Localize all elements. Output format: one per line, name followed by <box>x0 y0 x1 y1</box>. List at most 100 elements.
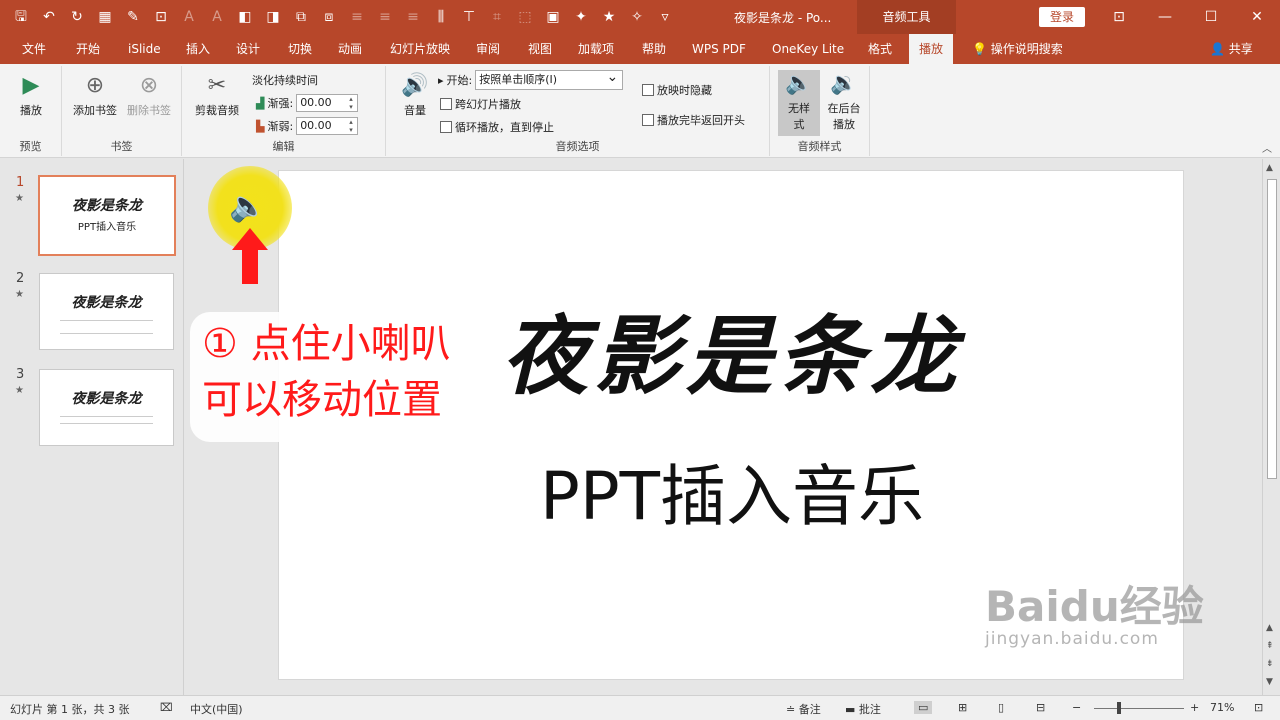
bring-forward-icon[interactable]: ◧ <box>232 4 258 30</box>
align-left-icon[interactable]: ≡ <box>344 4 370 30</box>
volume-button[interactable]: 🔊 音量 <box>394 72 436 118</box>
minimize-icon[interactable]: — <box>1142 0 1188 34</box>
fit-to-window-icon[interactable]: ⊡ <box>1254 701 1263 714</box>
start-from-beginning-icon[interactable]: ▦ <box>92 4 118 30</box>
notes-button[interactable]: ≐ 备注 <box>786 701 821 717</box>
format-painter-icon[interactable]: ✎ <box>120 4 146 30</box>
tab-help[interactable]: 帮助 <box>640 34 668 64</box>
audio-speaker-icon[interactable]: 🔈 <box>224 185 272 229</box>
tab-addins[interactable]: 加载项 <box>576 34 616 64</box>
customize-qat-icon[interactable]: ▿ <box>652 4 678 30</box>
language-indicator[interactable]: 中文(中国) <box>190 701 243 717</box>
tab-transitions[interactable]: 切换 <box>286 34 314 64</box>
tab-review[interactable]: 审阅 <box>474 34 502 64</box>
ribbon-display-options-icon[interactable]: ⊡ <box>1096 0 1142 34</box>
slide-subtitle[interactable]: PPT插入音乐 <box>279 443 1185 539</box>
align-top-icon[interactable]: ⊤ <box>456 4 482 30</box>
tab-home[interactable]: 开始 <box>74 34 102 64</box>
zoom-in-icon[interactable]: + <box>1190 701 1199 714</box>
picture-icon[interactable]: ▣ <box>540 4 566 30</box>
select-icon[interactable]: ⬚ <box>512 4 538 30</box>
align-right-icon[interactable]: ≡ <box>400 4 426 30</box>
distribute-icon[interactable]: ⫼ <box>428 4 454 30</box>
slide-thumbnail-pane: 1 ★ 夜影是条龙 PPT插入音乐 2 ★ 夜影是条龙 3 ★ 夜影是条龙 <box>0 159 184 695</box>
present-icon[interactable]: ⊡ <box>148 4 174 30</box>
tab-slideshow[interactable]: 幻灯片放映 <box>388 34 452 64</box>
vertical-scrollbar[interactable]: ▲ ▲ ⇞ ⇟ ▼ <box>1262 159 1280 695</box>
font-grow-icon[interactable]: A <box>176 4 202 30</box>
slide-sorter-icon[interactable]: ⊞ <box>958 701 967 714</box>
hide-during-show-row[interactable]: 放映时隐藏 <box>642 82 712 98</box>
volume-label: 音量 <box>404 104 426 117</box>
tell-me-search[interactable]: 💡 操作说明搜索 <box>972 34 1063 64</box>
comments-button[interactable]: ▬ 批注 <box>845 701 881 717</box>
trim-audio-button[interactable]: ✂ 剪裁音频 <box>190 72 244 118</box>
zoom-slider[interactable] <box>1094 708 1184 709</box>
group-icon[interactable]: ⧉ <box>288 4 314 30</box>
animation-icon[interactable]: ✦ <box>568 4 594 30</box>
play-in-background-label: 在后台播放 <box>827 102 861 131</box>
crop-icon[interactable]: ⌗ <box>484 4 510 30</box>
tab-file[interactable]: 文件 <box>20 34 48 64</box>
tab-onekey-lite[interactable]: OneKey Lite <box>770 34 846 64</box>
scrollbar-thumb[interactable] <box>1267 179 1277 479</box>
save-icon[interactable]: 🖫 <box>8 4 34 30</box>
align-center-icon[interactable]: ≡ <box>372 4 398 30</box>
remove-bookmark-button[interactable]: ⊗ 删除书签 <box>122 72 176 118</box>
font-shrink-icon[interactable]: A <box>204 4 230 30</box>
star-icon[interactable]: ★ <box>596 4 622 30</box>
slideshow-view-icon[interactable]: ⊟ <box>1036 701 1045 714</box>
reading-view-icon[interactable]: ▯ <box>998 701 1004 714</box>
close-icon[interactable]: ✕ <box>1234 0 1280 34</box>
scroll-up-icon[interactable]: ▲ <box>1266 623 1273 633</box>
tab-design[interactable]: 设计 <box>234 34 262 64</box>
tab-playback[interactable]: 播放 <box>909 34 954 64</box>
zoom-slider-knob[interactable] <box>1117 702 1121 714</box>
tab-animations[interactable]: 动画 <box>336 34 364 64</box>
play-across-slides-row[interactable]: 跨幻灯片播放 <box>440 96 521 112</box>
no-style-button[interactable]: 🔈 无样式 <box>778 70 820 136</box>
tab-format[interactable]: 格式 <box>866 34 894 64</box>
volume-icon: 🔊 <box>401 73 429 98</box>
no-style-icon: 🔈 <box>785 71 813 96</box>
tab-islide[interactable]: iSlide <box>126 34 163 64</box>
redo-icon[interactable]: ↻ <box>64 4 90 30</box>
scroll-up-icon[interactable]: ▲ <box>1266 163 1273 173</box>
scroll-down-icon[interactable]: ▼ <box>1266 677 1273 687</box>
tab-insert[interactable]: 插入 <box>184 34 212 64</box>
zoom-level[interactable]: 71% <box>1210 701 1234 714</box>
share-button[interactable]: 👤 共享 <box>1210 34 1253 64</box>
collapse-ribbon-icon[interactable]: ︿ <box>1262 140 1272 155</box>
loop-row[interactable]: 循环播放，直到停止 <box>440 119 554 135</box>
send-backward-icon[interactable]: ◨ <box>260 4 286 30</box>
rewind-checkbox[interactable] <box>642 114 654 126</box>
tab-wps-pdf[interactable]: WPS PDF <box>690 34 748 64</box>
loop-checkbox[interactable] <box>440 121 452 133</box>
effects-icon[interactable]: ✧ <box>624 4 650 30</box>
hide-during-show-checkbox[interactable] <box>642 84 654 96</box>
play-button[interactable]: ▶ 播放 <box>10 72 52 118</box>
slide-thumbnail-3[interactable]: 夜影是条龙 <box>39 369 174 446</box>
fade-duration-title: 淡化持续时间 <box>252 74 318 87</box>
normal-view-icon[interactable]: ▭ <box>914 701 933 714</box>
fade-out-spinner[interactable]: 00.00 <box>296 117 359 135</box>
maximize-icon[interactable]: ☐ <box>1188 0 1234 34</box>
previous-slide-icon[interactable]: ⇞ <box>1266 641 1274 651</box>
tab-view[interactable]: 视图 <box>526 34 554 64</box>
undo-icon[interactable]: ↶ <box>36 4 62 30</box>
slide-thumbnail-1[interactable]: 夜影是条龙 PPT插入音乐 <box>38 175 176 256</box>
slide-thumbnail-2[interactable]: 夜影是条龙 <box>39 273 174 350</box>
next-slide-icon[interactable]: ⇟ <box>1266 659 1274 669</box>
start-icon: ▸ <box>438 73 444 87</box>
zoom-out-icon[interactable]: − <box>1072 701 1081 714</box>
add-bookmark-button[interactable]: ⊕ 添加书签 <box>68 72 122 118</box>
ungroup-icon[interactable]: ⧈ <box>316 4 342 30</box>
status-bar: 幻灯片 第 1 张，共 3 张 ⌧ 中文(中国) ≐ 备注 ▬ 批注 ▭ ⊞ ▯… <box>0 695 1280 720</box>
spelling-icon[interactable]: ⌧ <box>160 701 173 714</box>
start-dropdown[interactable]: 按照单击顺序(I) <box>475 68 624 90</box>
play-in-background-button[interactable]: 🔉 在后台播放 <box>822 70 866 132</box>
rewind-row[interactable]: 播放完毕返回开头 <box>642 112 745 128</box>
fade-in-spinner[interactable]: 00.00 <box>296 94 359 112</box>
play-across-slides-checkbox[interactable] <box>440 98 452 110</box>
login-button[interactable]: 登录 <box>1039 7 1085 27</box>
